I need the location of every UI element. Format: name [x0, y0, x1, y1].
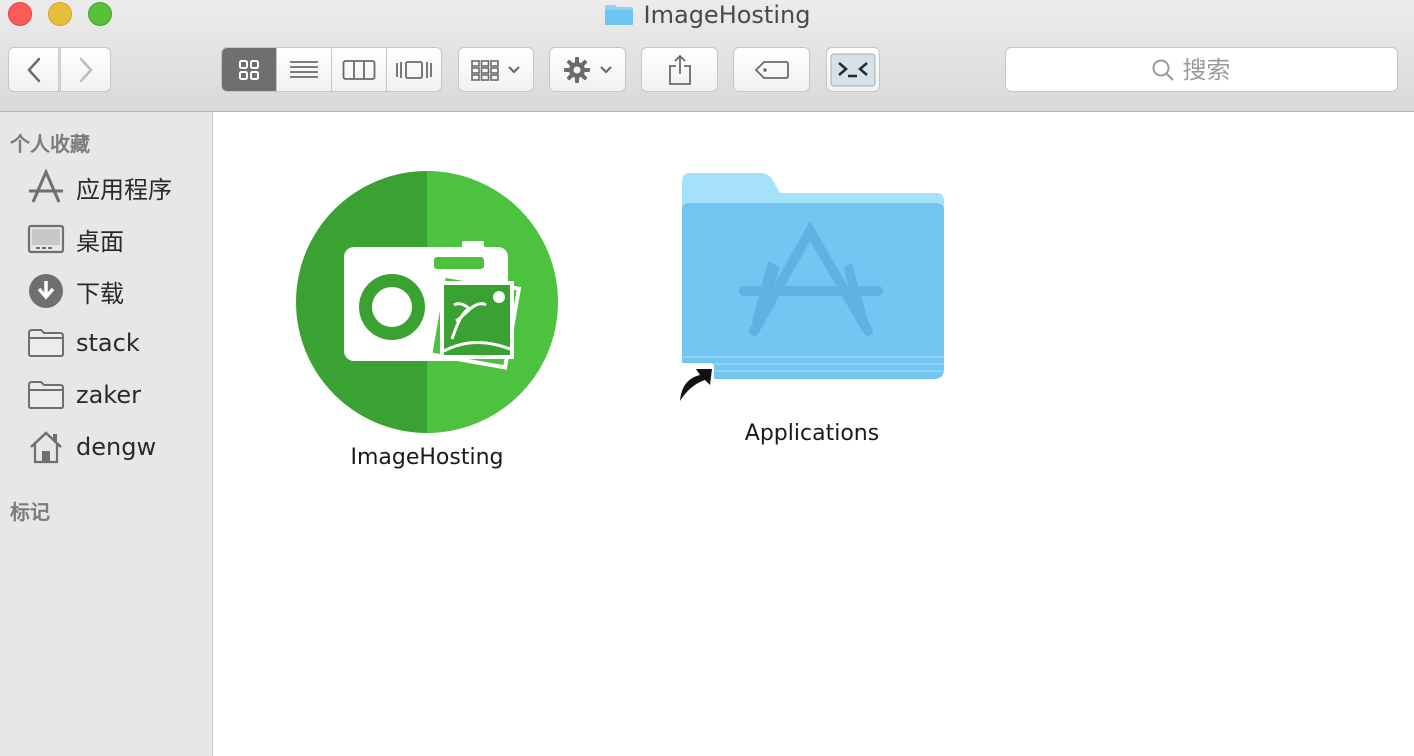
window-toolbar: ImageHosting	[0, 0, 1414, 112]
terminal-button[interactable]	[826, 47, 880, 92]
share-button[interactable]	[641, 47, 718, 92]
chevron-left-icon	[26, 57, 40, 82]
file-name: Applications	[744, 421, 880, 446]
forward-button[interactable]	[60, 47, 111, 92]
chevron-right-icon	[79, 57, 93, 82]
terminal-icon	[830, 53, 876, 86]
arrange-grid-icon	[471, 59, 499, 81]
list-view-icon	[290, 60, 318, 78]
downloads-icon	[27, 273, 65, 309]
applications-folder-alias-icon	[674, 173, 944, 405]
back-button[interactable]	[8, 47, 59, 92]
search-input[interactable]	[1182, 55, 1253, 84]
favorites-header: 个人收藏	[10, 132, 90, 156]
sidebar-item-label: dengw	[76, 433, 157, 461]
sidebar-item-desktop[interactable]: 桌面	[0, 217, 212, 261]
folder-icon	[604, 4, 634, 26]
sidebar-item-zaker[interactable]: zaker	[0, 373, 212, 417]
imagehosting-app-icon	[296, 171, 558, 433]
cover-flow-view-icon	[396, 60, 432, 79]
tags-header: 标记	[10, 500, 50, 524]
tag-icon	[754, 60, 789, 79]
sidebar-item-downloads[interactable]: 下载	[0, 269, 212, 313]
chevron-down-icon	[508, 65, 520, 74]
desktop-icon	[27, 221, 65, 257]
view-mode-control	[221, 47, 442, 92]
chevron-down-icon	[599, 65, 612, 74]
home-icon	[27, 429, 65, 465]
action-button[interactable]	[549, 47, 626, 92]
sidebar-item-label: stack	[76, 329, 140, 357]
folder-icon	[27, 325, 65, 361]
cover-flow-view-button[interactable]	[387, 48, 441, 91]
list-view-button[interactable]	[277, 48, 332, 91]
icon-view-icon	[239, 59, 259, 80]
sidebar-item-stack[interactable]: stack	[0, 321, 212, 365]
gear-icon	[563, 56, 590, 83]
file-browser-area: ImageHosting Applications	[214, 113, 1414, 756]
sidebar-item-label: 应用程序	[76, 175, 172, 204]
search-icon	[1152, 59, 1174, 81]
column-view-icon	[342, 59, 376, 80]
sidebar-item-home[interactable]: dengw	[0, 425, 212, 469]
file-name: ImageHosting	[350, 445, 504, 470]
sidebar-item-label: zaker	[76, 381, 141, 409]
icon-view-button[interactable]	[222, 48, 277, 91]
sidebar-item-label: 下载	[76, 279, 124, 308]
tag-button[interactable]	[733, 47, 810, 92]
search-field[interactable]	[1005, 47, 1398, 92]
file-item-applications[interactable]: Applications	[672, 171, 952, 446]
window-title-bar: ImageHosting	[0, 0, 1414, 30]
applications-icon	[27, 169, 65, 205]
column-view-button[interactable]	[332, 48, 387, 91]
share-icon	[668, 54, 691, 85]
sidebar-item-applications[interactable]: 应用程序	[0, 165, 212, 209]
arrange-button[interactable]	[458, 47, 534, 92]
folder-icon	[27, 377, 65, 413]
sidebar-item-label: 桌面	[76, 227, 124, 256]
file-item-imagehosting[interactable]: ImageHosting	[294, 169, 560, 470]
window-title: ImageHosting	[643, 1, 811, 29]
sidebar: 个人收藏 应用程序 桌面 下载 stack zaker dengw 标记	[0, 112, 213, 756]
